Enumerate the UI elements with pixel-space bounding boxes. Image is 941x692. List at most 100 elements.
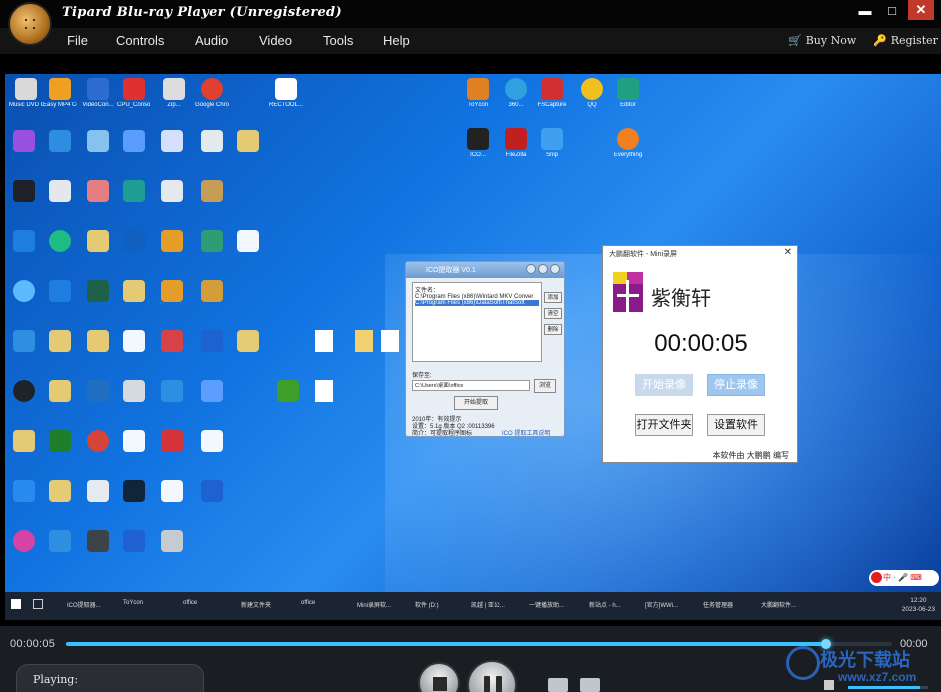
ico-clear-button[interactable]: 清空 (544, 308, 562, 319)
volume-icon[interactable] (824, 680, 834, 690)
site-watermark: 极光下载站 www.xz7.com (780, 642, 930, 692)
current-time: 00:00:05 (10, 638, 56, 650)
pause-icon (496, 676, 502, 692)
open-folder-button[interactable]: 打开文件夹 (635, 414, 693, 436)
ime-toolbar: 中 · 🎤 ⌨ (869, 570, 939, 586)
ico-list-row-selected[interactable]: C:\Program Files (x86)\DataSoft\ThatSoft (415, 300, 539, 306)
minimize-button[interactable]: ▬ (852, 0, 878, 20)
toycon-icon (467, 78, 489, 100)
recorder-title: 大鹏翻软件 - Mini录屏 (609, 251, 678, 258)
taskbar-item: ToYcon (123, 600, 144, 606)
watermark-logo-icon (786, 646, 820, 680)
ico-maximize-button[interactable] (538, 264, 548, 274)
video-converter-icon (87, 78, 109, 100)
desktop-icon: FSCapture (535, 78, 569, 128)
qq-icon (581, 78, 603, 100)
title-bar: Tipard Blu-ray Player (Unregistered) ▬ □… (0, 0, 941, 46)
window-title: Tipard Blu-ray Player (Unregistered) (62, 5, 342, 20)
cart-icon: 🛒 (788, 34, 802, 47)
filezilla-icon (505, 128, 527, 150)
taskbar-item: 新站点 - h... (589, 603, 621, 609)
snapshot-camera-icon[interactable] (548, 678, 568, 692)
ico-save-label: 保存至: (412, 373, 432, 379)
desktop-icon: 360... (499, 78, 533, 128)
ico-file-list[interactable]: 文件名： C:\Program Files (x86)\Wintard MKV … (412, 282, 542, 362)
seek-bar[interactable] (66, 639, 892, 649)
desktop-icon: Music DVD Creator (9, 78, 43, 128)
chrome-icon (201, 78, 223, 100)
taskbar-item: 一键播放助... (529, 603, 565, 609)
desktop-icon: Snip (535, 128, 569, 178)
menu-video[interactable]: Video (259, 33, 292, 48)
open-folder-icon[interactable] (580, 678, 600, 692)
recorder-close-button[interactable]: ✕ (784, 247, 792, 258)
mini-recorder-window: 大鹏翻软件 - Mini录屏 ✕ 紫衡轩 00:00:05 开始录像 停止录像 … (602, 245, 798, 463)
recorded-desktop-frame: Music DVD Creator Easy MP4 Converter Vid… (5, 74, 941, 620)
buy-now-label: Buy Now (805, 34, 857, 47)
app-logo-icon (8, 2, 52, 46)
maximize-button[interactable]: □ (879, 0, 905, 20)
taskbar-item: [官方]WWi... (645, 603, 678, 609)
desktop-icon: FileZilla (499, 128, 533, 178)
taskbar-item: office (183, 600, 198, 606)
clock-date: 2023-06-23 (901, 606, 935, 613)
stop-recording-button[interactable]: 停止录像 (707, 374, 765, 396)
fscapture-icon (541, 78, 563, 100)
ico-close-button[interactable] (550, 264, 560, 274)
start-recording-button[interactable]: 开始录像 (635, 374, 693, 396)
taskbar-item: office (301, 600, 316, 606)
desktop-icon: CPU_Conso... (117, 78, 151, 128)
everything-icon (617, 128, 639, 150)
menu-tools[interactable]: Tools (323, 33, 353, 48)
key-icon: 🔑 (873, 34, 887, 47)
volume-slider[interactable] (848, 686, 928, 689)
taskbar-item: Mini录屏软... (357, 603, 392, 609)
ico-extractor-window: ICO提取器 V0.1 文件名： C:\Program Files (x86)\… (405, 261, 565, 437)
player-controls: 00:00:05 00:00 Playing: 极光下载站 www.xz7.co… (0, 626, 941, 692)
recorder-footer: 本软件由 大鹏鹏 编写 (712, 451, 789, 460)
close-button[interactable]: ✕ (908, 0, 934, 20)
desktop-icon: QQ (575, 78, 609, 128)
taskbar-item: 任务管理器 (703, 603, 734, 609)
ico-browse-button[interactable]: 浏览 (534, 379, 556, 393)
ico-help-link[interactable]: ICO 提取工具说明 (502, 428, 550, 437)
seek-bar-fill (66, 642, 826, 646)
snip-icon (541, 128, 563, 150)
ico-start-button[interactable]: 开始提取 (454, 396, 498, 410)
zip-icon (163, 78, 185, 100)
ico-list-header: 文件名： (415, 288, 440, 294)
cpu-icon (123, 78, 145, 100)
settings-button[interactable]: 设置软件 (707, 414, 765, 436)
desktop-icon: Editor (611, 78, 645, 128)
ico-window-controls (526, 264, 560, 274)
music-dvd-icon (15, 78, 37, 100)
windows-start-icon (11, 599, 21, 609)
register-link[interactable]: 🔑 Register (873, 34, 938, 47)
menu-file[interactable]: File (67, 33, 88, 48)
desktop-icon: VideoCon... (81, 78, 115, 128)
editor-icon (617, 78, 639, 100)
desktop-icon: Zip... (157, 78, 191, 128)
buy-now-link[interactable]: 🛒 Buy Now (788, 34, 856, 47)
desktop-icon-grid (13, 130, 299, 552)
volume-fill (848, 686, 920, 689)
ico-minimize-button[interactable] (526, 264, 536, 274)
ico-delete-button[interactable]: 删除 (544, 324, 562, 335)
desktop-icon: Everything (611, 128, 645, 178)
watermark-url: www.xz7.com (838, 670, 917, 684)
recorder-brand: 紫衡轩 (651, 286, 711, 310)
menu-help[interactable]: Help (383, 33, 410, 48)
ico-save-path-input[interactable]: C:\Users\桌面\office (412, 380, 530, 391)
recorder-logo-icon (613, 272, 643, 312)
ico-extractor-icon (467, 128, 489, 150)
ico-add-button[interactable]: 添加 (544, 292, 562, 303)
menu-audio[interactable]: Audio (195, 33, 228, 48)
stop-button[interactable] (418, 662, 460, 692)
menu-controls[interactable]: Controls (116, 33, 164, 48)
task-view-icon (33, 599, 43, 609)
status-panel: Playing: (16, 664, 204, 692)
360-icon (505, 78, 527, 100)
stop-icon (433, 677, 447, 691)
pause-button[interactable] (467, 660, 517, 692)
video-display[interactable]: Music DVD Creator Easy MP4 Converter Vid… (0, 54, 941, 626)
